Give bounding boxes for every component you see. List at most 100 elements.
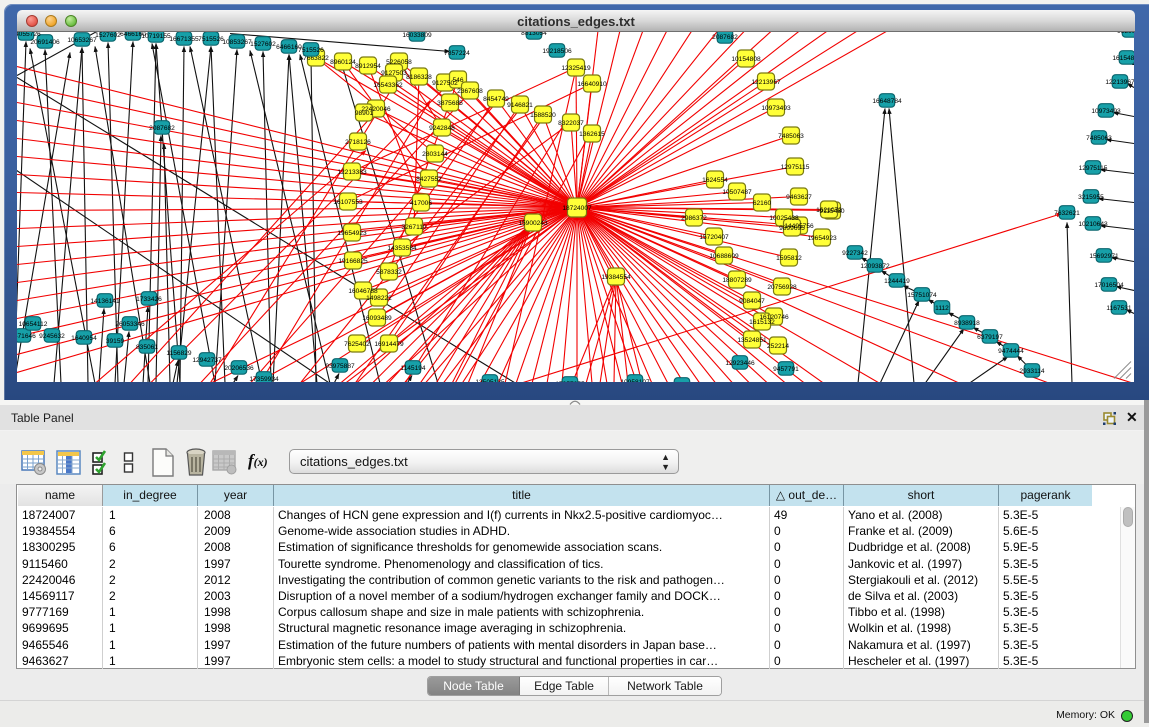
svg-text:417006: 417006 bbox=[410, 200, 432, 207]
svg-text:24055726: 24055726 bbox=[17, 32, 41, 38]
svg-text:16093489: 16093489 bbox=[362, 315, 392, 322]
svg-text:2718126: 2718126 bbox=[345, 139, 371, 146]
svg-text:10507487: 10507487 bbox=[722, 189, 752, 196]
svg-text:19218506: 19218506 bbox=[542, 48, 572, 55]
svg-text:8912954: 8912954 bbox=[355, 63, 381, 70]
svg-text:10688609: 10688609 bbox=[709, 253, 739, 260]
svg-text:7485063: 7485063 bbox=[778, 133, 804, 140]
svg-text:8454749: 8454749 bbox=[483, 96, 509, 103]
svg-text:9127503: 9127503 bbox=[381, 70, 407, 77]
svg-text:16640910: 16640910 bbox=[577, 81, 607, 88]
svg-text:12975115: 12975115 bbox=[1079, 165, 1108, 172]
svg-text:10210643: 10210643 bbox=[1078, 221, 1108, 228]
svg-text:26053346: 26053346 bbox=[115, 321, 145, 328]
svg-text:10654112: 10654112 bbox=[19, 321, 48, 328]
svg-text:7485063: 7485063 bbox=[1086, 135, 1112, 142]
svg-text:2986372: 2986372 bbox=[681, 215, 707, 222]
svg-text:62160: 62160 bbox=[753, 200, 772, 207]
svg-text:6379197: 6379197 bbox=[977, 334, 1003, 341]
svg-text:9329966: 9329966 bbox=[1117, 32, 1134, 35]
svg-text:7625402: 7625402 bbox=[344, 341, 370, 348]
svg-text:2933114: 2933114 bbox=[1019, 368, 1045, 375]
svg-text:9457791: 9457791 bbox=[773, 366, 799, 373]
svg-text:8813054: 8813054 bbox=[521, 32, 547, 37]
svg-text:1167531: 1167531 bbox=[1106, 305, 1132, 312]
svg-text:8427552: 8427552 bbox=[416, 176, 442, 183]
svg-text:1624554: 1624554 bbox=[702, 177, 728, 184]
svg-text:5878332: 5878332 bbox=[376, 269, 402, 276]
svg-text:546: 546 bbox=[452, 77, 463, 84]
svg-text:9227342: 9227342 bbox=[842, 250, 868, 257]
svg-text:18724007: 18724007 bbox=[562, 205, 592, 212]
svg-text:10025438: 10025438 bbox=[769, 215, 799, 222]
svg-text:17957255: 17957255 bbox=[555, 381, 585, 382]
svg-text:8322037: 8322037 bbox=[558, 120, 584, 127]
svg-text:93975887: 93975887 bbox=[325, 363, 355, 370]
svg-text:9084047: 9084047 bbox=[739, 298, 765, 305]
svg-text:2087682: 2087682 bbox=[712, 34, 738, 41]
svg-text:1640954: 1640954 bbox=[71, 335, 97, 342]
svg-text:15720407: 15720407 bbox=[699, 234, 729, 241]
svg-text:7515526: 7515526 bbox=[198, 36, 224, 43]
svg-text:3267110: 3267110 bbox=[401, 224, 427, 231]
svg-text:14353584: 14353584 bbox=[387, 245, 417, 252]
svg-text:16046788: 16046788 bbox=[348, 288, 378, 295]
svg-text:19654923: 19654923 bbox=[337, 230, 367, 237]
svg-text:20206536: 20206536 bbox=[224, 365, 254, 372]
svg-text:9245632: 9245632 bbox=[39, 333, 65, 340]
svg-text:1362615: 1362615 bbox=[579, 131, 605, 138]
svg-text:12942737: 12942737 bbox=[192, 357, 222, 364]
svg-text:252214: 252214 bbox=[767, 343, 789, 350]
svg-text:10719155: 10719155 bbox=[141, 33, 171, 40]
svg-text:12325419: 12325419 bbox=[561, 65, 591, 72]
svg-text:16671355: 16671355 bbox=[169, 36, 199, 43]
svg-text:12505135: 12505135 bbox=[475, 379, 505, 382]
svg-text:12093872: 12093872 bbox=[860, 263, 890, 270]
svg-text:1588520: 1588520 bbox=[530, 112, 556, 119]
svg-text:1156829: 1156829 bbox=[166, 350, 192, 357]
svg-text:10653267: 10653267 bbox=[67, 37, 97, 44]
svg-text:15751074: 15751074 bbox=[907, 292, 937, 299]
svg-text:9146821: 9146821 bbox=[507, 102, 533, 109]
svg-text:1527602: 1527602 bbox=[95, 32, 121, 39]
svg-text:18807289: 18807289 bbox=[722, 277, 752, 284]
svg-text:12923446: 12923446 bbox=[725, 360, 755, 367]
svg-text:10958107: 10958107 bbox=[620, 379, 650, 382]
svg-text:9463627: 9463627 bbox=[786, 194, 812, 201]
svg-text:10154808: 10154808 bbox=[731, 56, 761, 63]
svg-text:20756928: 20756928 bbox=[767, 284, 797, 291]
svg-text:1244419: 1244419 bbox=[884, 278, 910, 285]
svg-text:16107553: 16107553 bbox=[333, 199, 363, 206]
svg-text:16543362: 16543362 bbox=[373, 82, 403, 89]
svg-text:19654923: 19654923 bbox=[807, 235, 837, 242]
svg-text:9242848: 9242848 bbox=[429, 125, 455, 132]
svg-text:16648784: 16648784 bbox=[872, 98, 902, 105]
svg-text:20691406: 20691406 bbox=[30, 39, 60, 46]
svg-text:15692971: 15692971 bbox=[1089, 253, 1119, 260]
svg-text:2367608: 2367608 bbox=[457, 88, 483, 95]
svg-text:12213967: 12213967 bbox=[1105, 79, 1134, 86]
svg-text:12213383: 12213383 bbox=[337, 169, 367, 176]
svg-text:10973493: 10973493 bbox=[1091, 108, 1121, 115]
svg-text:1527602: 1527602 bbox=[250, 41, 276, 48]
svg-text:3215955: 3215955 bbox=[1078, 194, 1104, 201]
svg-text:9899695: 9899695 bbox=[779, 225, 805, 232]
svg-text:3875685: 3875685 bbox=[437, 100, 463, 107]
svg-text:17016504: 17016504 bbox=[1094, 282, 1124, 289]
svg-text:1615132: 1615132 bbox=[749, 319, 775, 326]
svg-text:8938918: 8938918 bbox=[954, 320, 980, 327]
svg-text:8186328: 8186328 bbox=[406, 74, 432, 81]
svg-text:1621072: 1621072 bbox=[816, 207, 842, 214]
svg-text:9474444: 9474444 bbox=[998, 348, 1024, 355]
svg-text:39159: 39159 bbox=[106, 338, 125, 345]
svg-text:1595812: 1595812 bbox=[776, 255, 802, 262]
svg-text:2087682: 2087682 bbox=[149, 125, 175, 132]
svg-text:8471646: 8471646 bbox=[17, 333, 36, 340]
svg-text:10853267: 10853267 bbox=[222, 39, 252, 46]
svg-text:8960124: 8960124 bbox=[330, 59, 356, 66]
svg-text:13524851: 13524851 bbox=[737, 337, 767, 344]
svg-text:19166825: 19166825 bbox=[338, 258, 368, 265]
svg-text:7515526: 7515526 bbox=[298, 47, 324, 54]
svg-text:1733426: 1733426 bbox=[136, 296, 162, 303]
svg-text:98901: 98901 bbox=[355, 110, 374, 117]
